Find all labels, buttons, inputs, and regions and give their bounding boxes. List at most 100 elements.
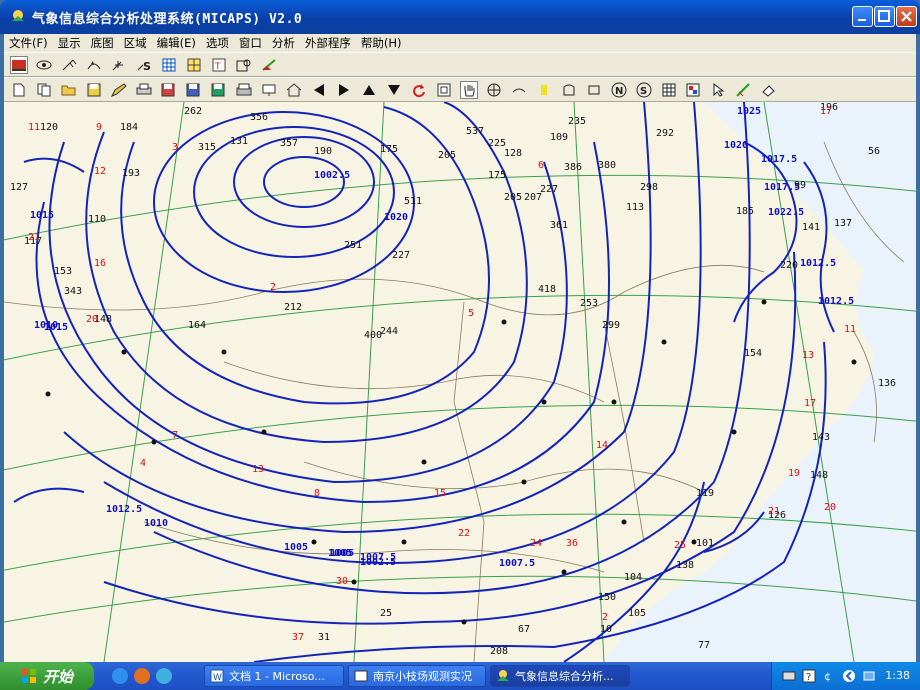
menu-edit[interactable]: 编辑(E) — [152, 35, 201, 51]
menu-region[interactable]: 区域 — [119, 35, 152, 51]
load-button[interactable] — [185, 81, 203, 99]
zoom-box-button[interactable] — [435, 81, 453, 99]
profile-button[interactable] — [235, 56, 253, 74]
app-icon — [497, 670, 509, 681]
wind-barb-icon — [62, 59, 77, 70]
quicklaunch-browser-icon[interactable] — [156, 668, 172, 684]
curve-button[interactable] — [510, 81, 528, 99]
edit-button[interactable] — [110, 81, 128, 99]
streamline-button[interactable]: S — [135, 56, 153, 74]
station-value: 119 — [696, 488, 715, 499]
pan-up-button[interactable] — [360, 81, 378, 99]
system-tray: ? ¢ 1:38 — [771, 662, 920, 690]
home-button[interactable] — [285, 81, 303, 99]
shape-button[interactable] — [560, 81, 578, 99]
station-value: 511 — [404, 196, 423, 207]
task-word-document[interactable]: W 文档 1 - Microso... — [204, 665, 344, 687]
rectangle-button[interactable] — [585, 81, 603, 99]
grid-table-button[interactable] — [660, 81, 678, 99]
maximize-icon — [878, 10, 890, 22]
start-button[interactable]: 开始 — [0, 662, 94, 690]
station-temp: 9 — [96, 122, 103, 133]
sounding-button[interactable] — [185, 56, 203, 74]
eye-button[interactable] — [35, 56, 53, 74]
arrow-down-icon — [388, 84, 400, 95]
table-button[interactable] — [160, 56, 178, 74]
eye-icon — [36, 60, 52, 69]
highlight-button[interactable] — [535, 81, 553, 99]
south-symbol-button[interactable]: S — [635, 81, 653, 99]
export-button[interactable] — [260, 56, 278, 74]
menu-file[interactable]: 文件(F) — [4, 35, 53, 51]
load-plus-button[interactable] — [210, 81, 228, 99]
arrow-left-icon[interactable] — [842, 669, 856, 683]
taskbar: 开始 W 文档 1 - Microso... 南京小枝场观测实况 气象信息综合分… — [0, 662, 920, 690]
menu-basemap[interactable]: 底图 — [86, 35, 119, 51]
station-temp: 11 — [844, 324, 857, 335]
clock: 1:38 — [885, 669, 910, 682]
center-button[interactable] — [485, 81, 503, 99]
measure-button[interactable] — [735, 81, 753, 99]
cursor-button[interactable] — [710, 81, 728, 99]
isobar-label: 1005 — [328, 548, 353, 559]
station-map-button[interactable] — [10, 55, 28, 74]
pan-right-button[interactable] — [335, 81, 353, 99]
maximize-button[interactable] — [874, 6, 895, 27]
menu-options[interactable]: 选项 — [201, 35, 234, 51]
pan-down-button[interactable] — [385, 81, 403, 99]
task-nanjing-observation[interactable]: 南京小枝场观测实况 — [348, 665, 486, 687]
menu-analysis[interactable]: 分析 — [267, 35, 300, 51]
station-value: 104 — [624, 572, 643, 583]
north-symbol-button[interactable]: N — [610, 81, 628, 99]
help-icon[interactable]: ? — [802, 669, 816, 683]
station-value: 251 — [344, 240, 363, 251]
pan-left-button[interactable] — [310, 81, 328, 99]
wind-barb-button[interactable] — [60, 56, 78, 74]
print-preview-button[interactable] — [235, 81, 253, 99]
menu-window[interactable]: 窗口 — [234, 35, 267, 51]
station-temp: 8 — [314, 488, 321, 499]
erase-button[interactable] — [760, 81, 778, 99]
export-icon — [262, 58, 276, 71]
table-icon — [162, 58, 176, 71]
station-value: 164 — [188, 320, 207, 331]
task-micaps[interactable]: 气象信息综合分析... — [490, 665, 630, 687]
quicklaunch-media-icon[interactable] — [134, 668, 150, 684]
text-panel-button[interactable]: T — [210, 56, 228, 74]
save-as-button[interactable] — [160, 81, 178, 99]
word-icon: W — [210, 669, 224, 683]
zoom-box-icon — [437, 83, 451, 96]
ime-icon[interactable]: ¢ — [822, 669, 836, 683]
close-button[interactable] — [896, 6, 917, 27]
arrow-left-icon — [314, 83, 324, 96]
network-icon[interactable] — [862, 669, 876, 683]
keyboard-icon[interactable] — [782, 669, 796, 683]
station-temp: 22 — [458, 528, 471, 539]
color-legend-button[interactable] — [685, 81, 703, 99]
weather-map[interactable]: 1025 1020 1017.5 1015 1012.5 1010 1007.5… — [4, 102, 916, 662]
isobar-label: 1017.5 — [761, 154, 798, 165]
svg-text:S: S — [640, 86, 647, 97]
pan-hand-icon — [464, 84, 475, 96]
station-value: 137 — [834, 218, 853, 229]
grid-button[interactable] — [110, 56, 128, 74]
minimize-button[interactable] — [852, 6, 873, 27]
task-label: 气象信息综合分析... — [515, 670, 614, 683]
new-document-button[interactable] — [10, 81, 28, 99]
front-button[interactable] — [85, 56, 103, 74]
menu-external-programs[interactable]: 外部程序 — [300, 35, 356, 51]
quicklaunch-ie-icon[interactable] — [112, 668, 128, 684]
save-button[interactable] — [85, 81, 103, 99]
station-button[interactable] — [260, 81, 278, 99]
task-label: 文档 1 - Microso... — [229, 670, 325, 683]
open-button[interactable] — [60, 81, 78, 99]
station-value: 10 — [600, 624, 613, 635]
station-value: 343 — [64, 286, 83, 297]
print-button[interactable] — [135, 81, 153, 99]
streamline-icon: S — [137, 60, 151, 72]
refresh-button[interactable] — [410, 81, 428, 99]
menu-display[interactable]: 显示 — [53, 35, 86, 51]
menu-help[interactable]: 帮助(H) — [356, 35, 407, 51]
pan-hand-button[interactable] — [460, 80, 478, 99]
copy-button[interactable] — [35, 81, 53, 99]
